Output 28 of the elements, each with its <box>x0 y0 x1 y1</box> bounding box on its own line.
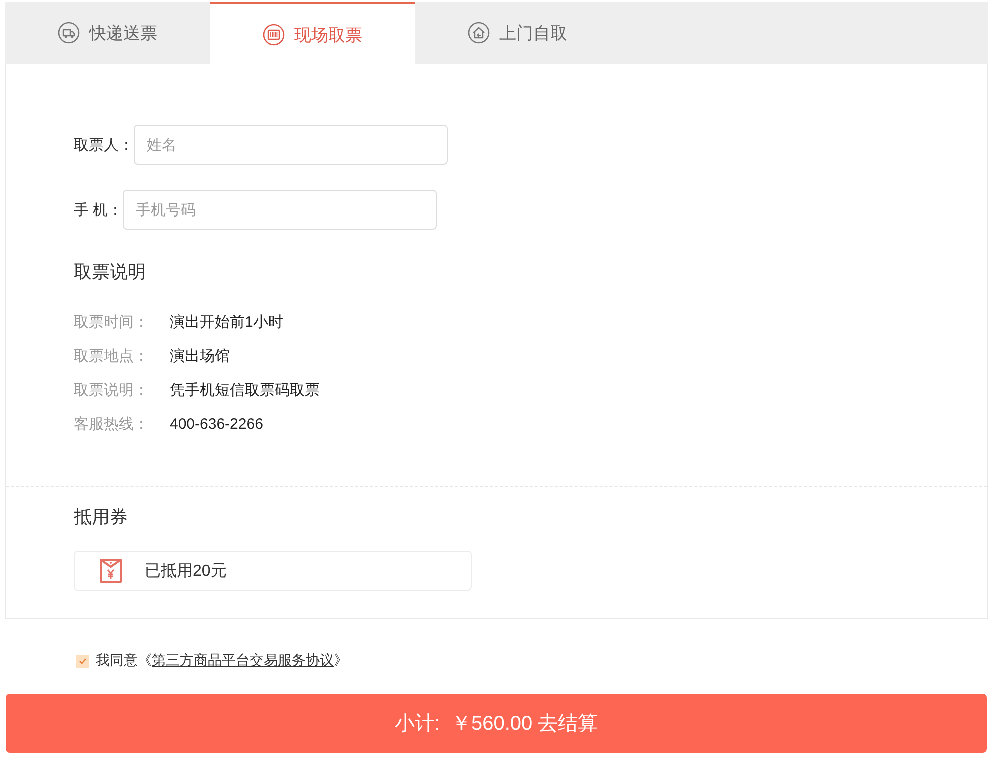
info-value: 演出场馆 <box>170 346 230 366</box>
section-heading: 取票说明 <box>74 261 146 284</box>
field-label: 手 机： <box>74 200 124 220</box>
input-field[interactable]: 手机号码 <box>123 190 438 230</box>
tab[interactable]: 快递送票 <box>5 2 210 64</box>
info-value: 凭手机短信取票码取票 <box>170 380 320 400</box>
info-label: 取票时间： <box>74 312 150 332</box>
agreement-link[interactable]: 第三方商品平台交易服务协议 <box>152 652 334 668</box>
info-value: 400-636-2266 <box>170 416 264 432</box>
agreement-text: 我同意《第三方商品平台交易服务协议》 <box>96 652 348 670</box>
section-heading: 抵用券 <box>74 506 128 529</box>
coupon-card[interactable]: 已抵用20元 <box>74 551 472 591</box>
coupon-text: 已抵用20元 <box>145 562 227 582</box>
tab[interactable]: 现场取票 <box>210 2 415 64</box>
envelope-icon <box>100 559 122 583</box>
house-icon <box>468 22 490 44</box>
info-label: 取票地点： <box>74 346 150 366</box>
check-icon <box>78 658 86 664</box>
truck-icon <box>58 22 80 44</box>
field-label: 取票人： <box>74 136 134 154</box>
info-value: 演出开始前1小时 <box>170 312 284 332</box>
info-label: 客服热线： <box>74 414 150 434</box>
checkout-button[interactable]: 小计: ￥560.00 去结算 <box>6 694 987 753</box>
tab[interactable]: 上门自取 <box>415 2 620 64</box>
info-label: 取票说明： <box>74 380 150 400</box>
input-field[interactable]: 姓名 <box>134 125 448 165</box>
ticket-icon <box>262 24 284 46</box>
checkbox[interactable] <box>76 654 89 668</box>
